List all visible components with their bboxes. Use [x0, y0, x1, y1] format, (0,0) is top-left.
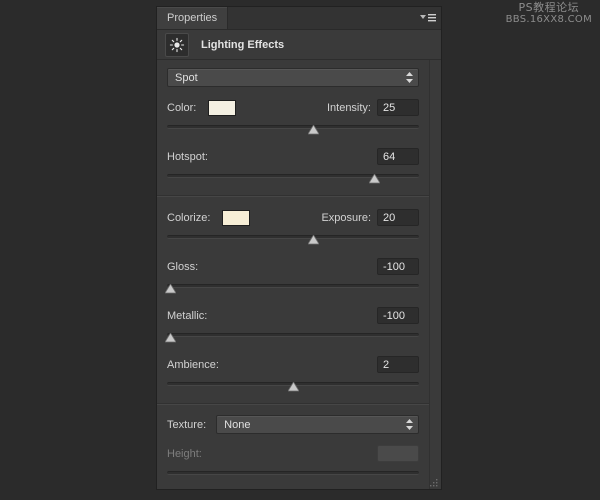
hotspot-slider[interactable]	[167, 169, 419, 184]
panel-title: Lighting Effects	[201, 38, 285, 51]
ambience-input[interactable]: 2	[377, 356, 419, 373]
exposure-slider[interactable]	[167, 230, 419, 245]
ambience-label: Ambience:	[167, 358, 219, 371]
panel-content: Spot Color: Intensity: 25 Hotspot: 64 Co…	[157, 60, 429, 489]
panel-tab-strip: Properties	[157, 7, 441, 30]
intensity-slider-track	[167, 125, 419, 129]
texture-label: Texture:	[167, 418, 207, 431]
site-watermark: PS教程论坛 BBS.16XX8.COM	[506, 2, 592, 26]
color-label: Color:	[167, 101, 197, 114]
height-row: Height:	[167, 443, 419, 464]
hotspot-slider-thumb[interactable]	[367, 171, 381, 184]
exposure-slider-thumb[interactable]	[307, 232, 320, 245]
panel-menu-icon	[420, 13, 436, 21]
metallic-slider-track	[167, 333, 419, 337]
panel-scrollbar[interactable]	[429, 60, 441, 489]
height-input	[377, 445, 419, 462]
hotspot-row: Hotspot: 64	[167, 146, 419, 167]
watermark-line-2: BBS.16XX8.COM	[505, 14, 592, 25]
light-group-surface: Colorize: Exposure: 20 Gloss: -100 Metal…	[163, 207, 419, 392]
hotspot-label: Hotspot:	[167, 150, 208, 163]
group-separator-2	[157, 403, 429, 405]
panel-body: Spot Color: Intensity: 25 Hotspot: 64 Co…	[157, 60, 441, 489]
panel-menu-button[interactable]	[415, 7, 441, 29]
chevron-updown-icon	[406, 419, 413, 430]
panel-resize-grip[interactable]	[428, 476, 439, 487]
color-intensity-row: Color: Intensity: 25	[167, 97, 419, 118]
group-separator-1	[157, 195, 429, 197]
lighting-effects-icon	[165, 32, 189, 57]
gloss-row: Gloss: -100	[167, 256, 419, 277]
light-group-basic: Color: Intensity: 25 Hotspot: 64	[167, 97, 419, 184]
metallic-row: Metallic: -100	[167, 305, 419, 326]
intensity-input[interactable]: 25	[377, 99, 419, 116]
height-slider	[167, 466, 419, 480]
properties-panel: Properties Lighting Effects Spot Color: …	[156, 6, 442, 490]
gloss-label: Gloss:	[167, 260, 199, 273]
ambience-slider-thumb[interactable]	[287, 379, 300, 392]
colorize-exposure-row: Colorize: Exposure: 20	[167, 207, 419, 228]
ambience-slider[interactable]	[167, 377, 419, 392]
gloss-slider[interactable]	[163, 279, 419, 294]
metallic-slider[interactable]	[163, 328, 419, 343]
texture-value: None	[224, 418, 251, 431]
intensity-label: Intensity:	[326, 101, 371, 114]
colorize-label: Colorize:	[167, 211, 211, 224]
metallic-label: Metallic:	[167, 309, 208, 322]
light-type-value: Spot	[175, 71, 198, 84]
height-slider-track	[167, 471, 419, 475]
texture-row: Texture: None	[167, 415, 419, 434]
intensity-slider-thumb[interactable]	[307, 122, 320, 135]
gloss-input[interactable]: -100	[377, 258, 419, 275]
tab-properties[interactable]: Properties	[157, 7, 229, 29]
tab-strip-filler	[228, 7, 415, 29]
hotspot-slider-track	[167, 174, 419, 178]
colorize-swatch[interactable]	[222, 209, 251, 226]
watermark-line-1: PS教程论坛	[518, 1, 580, 14]
color-swatch[interactable]	[208, 99, 237, 116]
gloss-slider-track	[167, 284, 419, 288]
light-type-row: Spot	[167, 68, 419, 87]
gloss-slider-thumb[interactable]	[163, 281, 177, 294]
metallic-input[interactable]: -100	[377, 307, 419, 324]
texture-select[interactable]: None	[216, 415, 419, 434]
hotspot-input[interactable]: 64	[377, 148, 419, 165]
metallic-slider-thumb[interactable]	[163, 330, 177, 343]
exposure-slider-track	[167, 235, 419, 239]
intensity-slider[interactable]	[167, 120, 419, 135]
exposure-label: Exposure:	[321, 211, 371, 224]
panel-header: Lighting Effects	[157, 30, 441, 60]
ambience-row: Ambience: 2	[167, 354, 419, 375]
light-type-select[interactable]: Spot	[167, 68, 419, 87]
tab-properties-label: Properties	[167, 12, 218, 24]
height-label: Height:	[167, 447, 202, 460]
exposure-input[interactable]: 20	[377, 209, 419, 226]
chevron-updown-icon	[406, 72, 413, 83]
